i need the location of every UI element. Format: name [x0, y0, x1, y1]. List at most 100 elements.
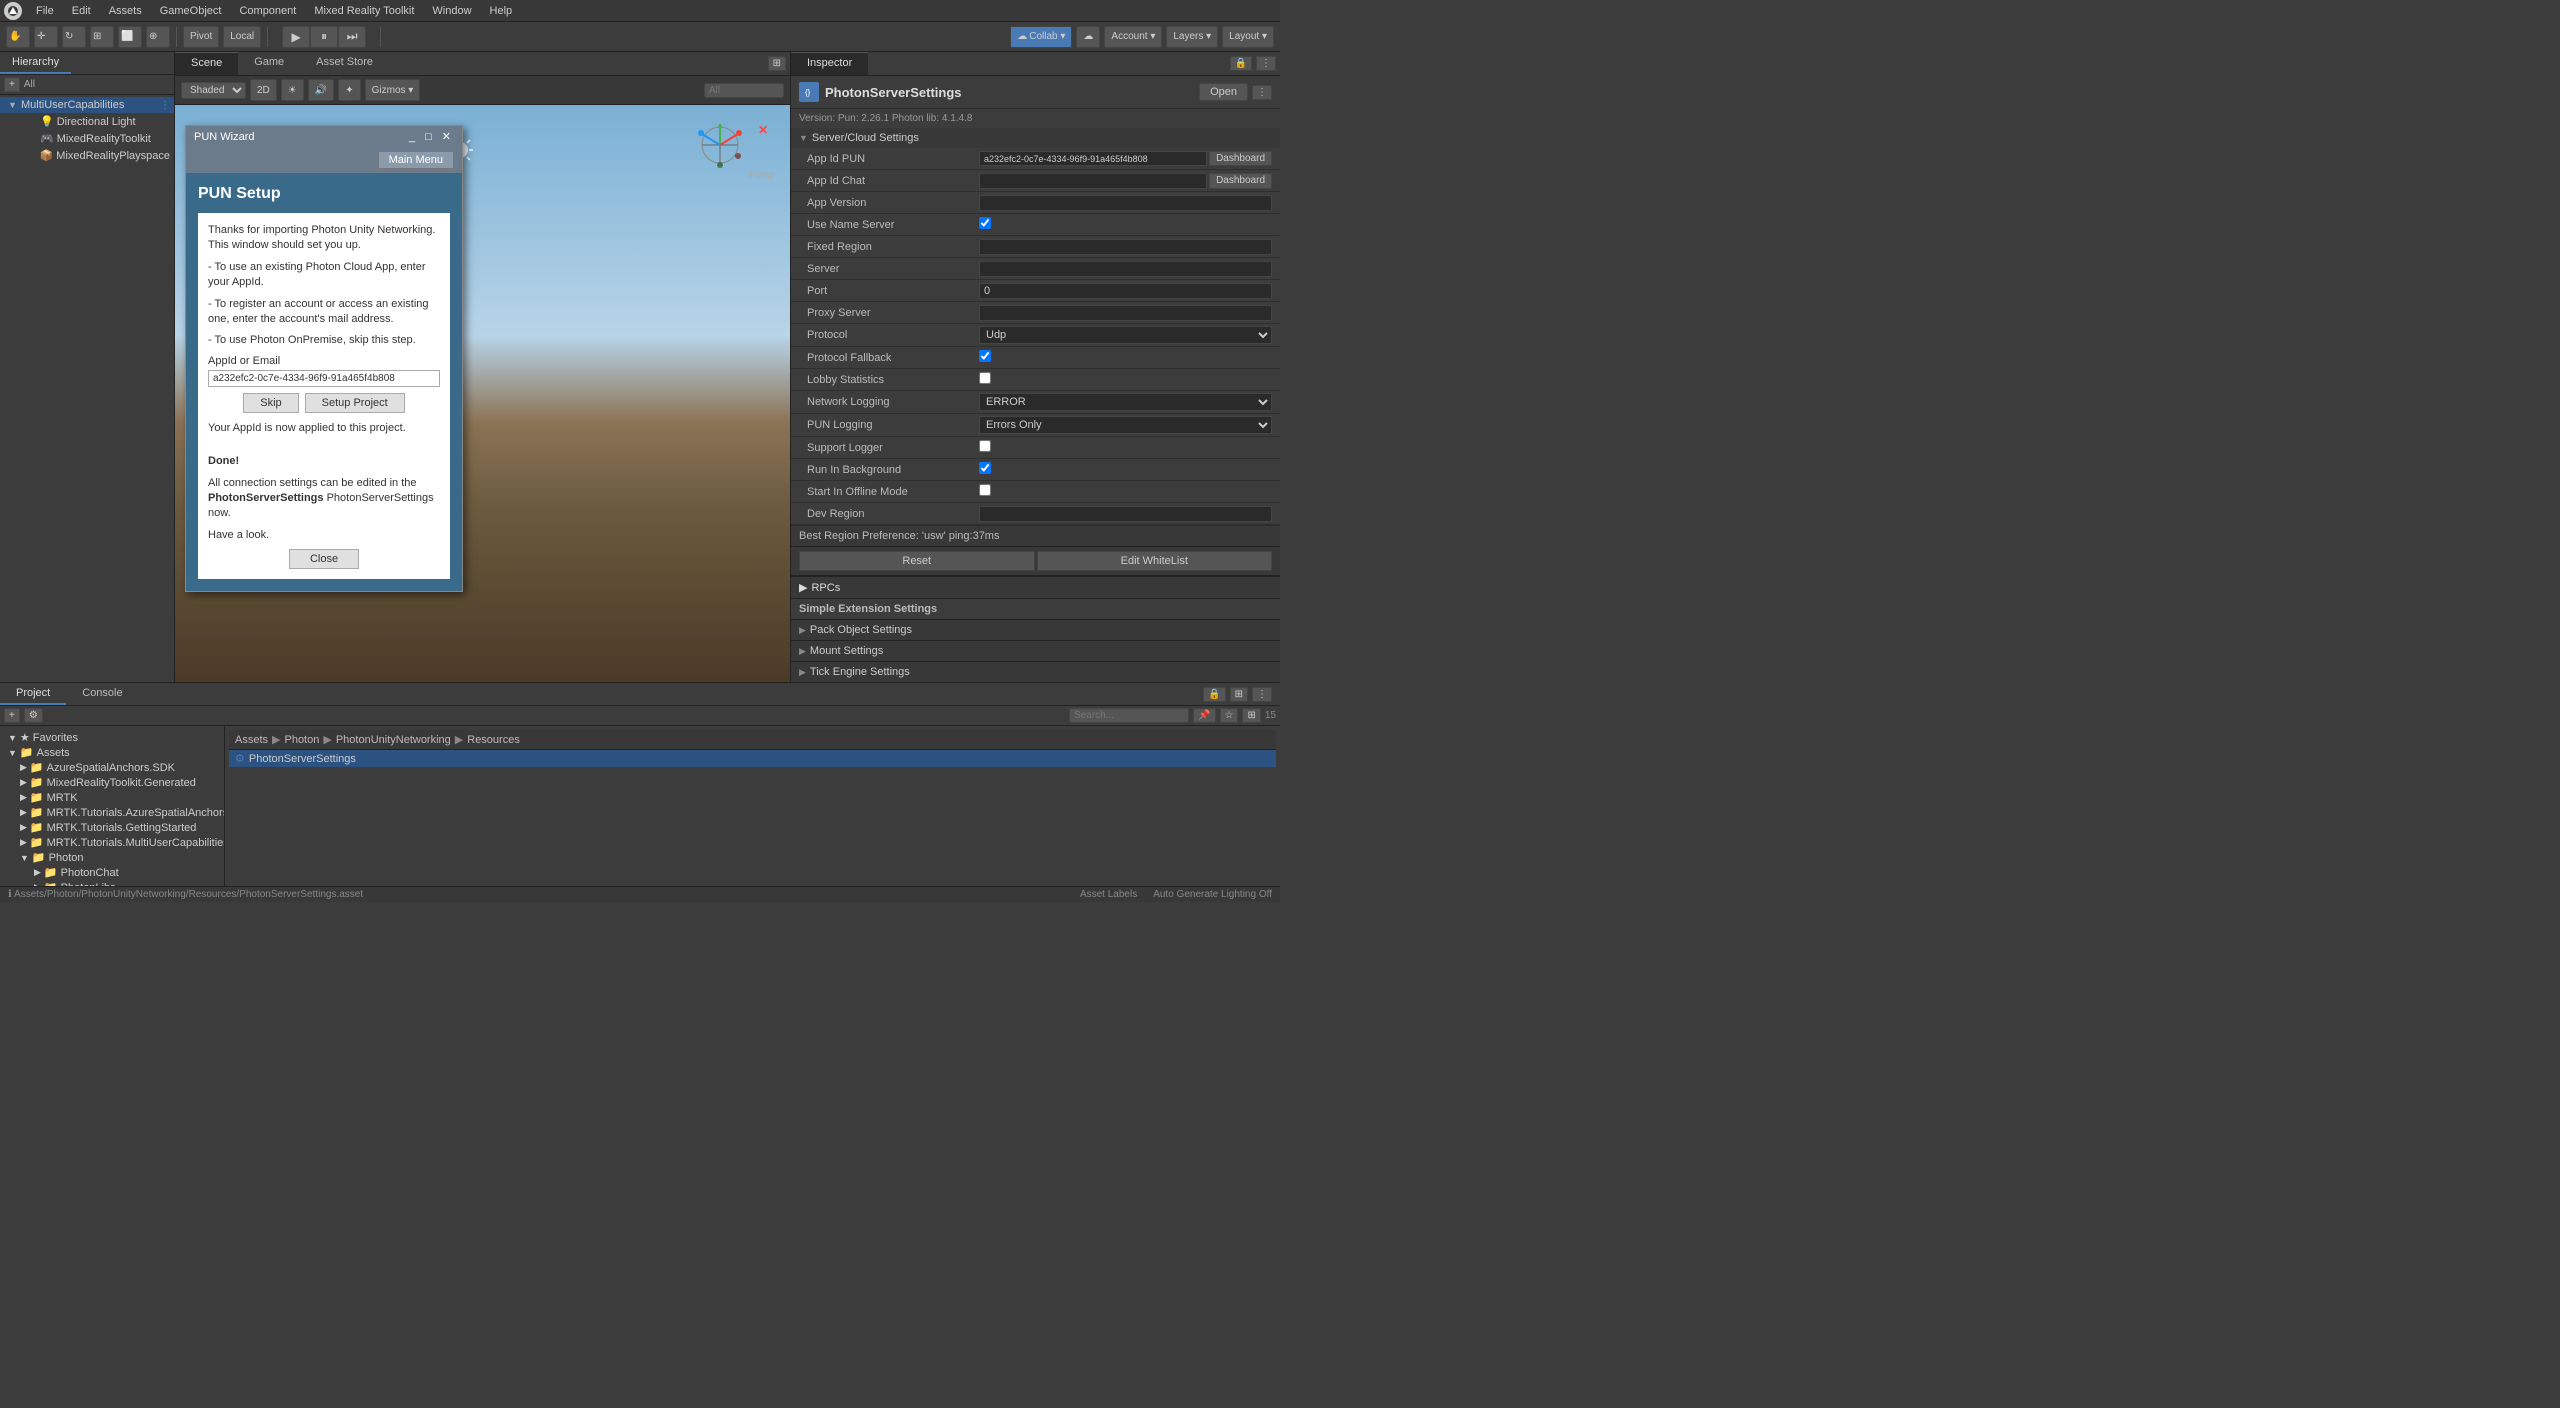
protocol-fallback-checkbox[interactable]: [979, 350, 991, 362]
menu-component[interactable]: Component: [231, 3, 304, 19]
scale-tool[interactable]: ⊞: [90, 26, 114, 48]
play-button[interactable]: ▶: [282, 26, 310, 48]
menu-window[interactable]: Window: [424, 3, 479, 19]
rpcs-section[interactable]: ▶ RPCs: [791, 576, 1280, 599]
inspector-tab[interactable]: Inspector: [791, 52, 868, 75]
menu-help[interactable]: Help: [482, 3, 521, 19]
scene-view[interactable]: Persp ✕ PUN Wizard _ □ ✕ Main Menu PUN: [175, 105, 790, 682]
filter-btn[interactable]: ☆: [1220, 708, 1239, 723]
run-background-checkbox[interactable]: [979, 462, 991, 474]
wizard-appid-input[interactable]: [208, 370, 440, 387]
layers-button[interactable]: Layers ▾: [1166, 26, 1218, 48]
mount-settings-row[interactable]: ▶ Mount Settings: [791, 641, 1280, 662]
menu-mrtk[interactable]: Mixed Reality Toolkit: [306, 3, 422, 19]
assets-root[interactable]: ▼ 📁 Assets: [0, 745, 224, 760]
account-button[interactable]: Account ▾: [1104, 26, 1162, 48]
pivot-button[interactable]: Pivot: [183, 26, 219, 48]
rotate-tool[interactable]: ↻: [62, 26, 86, 48]
main-menu-button[interactable]: Main Menu: [378, 151, 454, 169]
breadcrumb-photon[interactable]: Photon: [284, 734, 319, 746]
wizard-close-btn[interactable]: Close: [289, 549, 359, 569]
gizmos-button[interactable]: Gizmos ▾: [365, 79, 421, 101]
breadcrumb-assets[interactable]: Assets: [235, 734, 268, 746]
photon-server-settings-file[interactable]: ⚙ PhotonServerSettings: [229, 750, 1276, 767]
pack-object-row[interactable]: ▶ Pack Object Settings: [791, 620, 1280, 641]
bottom-expand-btn[interactable]: ⊞: [1230, 687, 1248, 702]
mrtk-gs-item[interactable]: ▶ 📁 MRTK.Tutorials.GettingStarted: [0, 820, 224, 835]
tree-item-multiuser[interactable]: ▼ MultiUserCapabilities ⋮: [0, 97, 174, 113]
console-tab[interactable]: Console: [66, 683, 138, 705]
start-offline-checkbox[interactable]: [979, 484, 991, 496]
audio-button[interactable]: 🔊: [308, 79, 334, 101]
transform-tool[interactable]: ⊕: [146, 26, 170, 48]
open-button[interactable]: Open: [1199, 83, 1248, 101]
bottom-more-btn[interactable]: ⋮: [1252, 687, 1272, 702]
hierarchy-add-btn[interactable]: +: [4, 77, 20, 92]
inspector-more-btn[interactable]: ⋮: [1256, 56, 1276, 71]
photon-item[interactable]: ▼ 📁 Photon: [0, 850, 224, 865]
menu-edit[interactable]: Edit: [64, 3, 99, 19]
breadcrumb-resources[interactable]: Resources: [467, 734, 520, 746]
view-toggle-btn[interactable]: ⊞: [1242, 708, 1260, 723]
port-input[interactable]: [979, 283, 1272, 299]
menu-gameobject[interactable]: GameObject: [152, 3, 230, 19]
asset-store-tab[interactable]: Asset Store: [300, 52, 389, 75]
app-version-input[interactable]: [979, 195, 1272, 211]
edit-whitelist-button[interactable]: Edit WhiteList: [1037, 551, 1273, 571]
dev-region-input[interactable]: [979, 506, 1272, 522]
menu-assets[interactable]: Assets: [101, 3, 150, 19]
pun-logging-select[interactable]: Errors Only Informational Full: [979, 416, 1272, 434]
cloud-icon-btn[interactable]: ☁: [1076, 26, 1100, 48]
tick-engine-row[interactable]: ▶ Tick Engine Settings: [791, 662, 1280, 682]
pun-dashboard-btn[interactable]: Dashboard: [1209, 151, 1272, 166]
save-layout-btn[interactable]: 📌: [1193, 708, 1215, 723]
azure-item[interactable]: ▶ 📁 AzureSpatialAnchors.SDK: [0, 760, 224, 775]
breadcrumb-pun[interactable]: PhotonUnityNetworking: [336, 734, 451, 746]
project-search[interactable]: [1069, 708, 1189, 723]
server-cloud-header[interactable]: ▼ Server/Cloud Settings: [791, 128, 1280, 148]
protocol-select[interactable]: Udp Tcp WebSocket WebSocketSecure: [979, 326, 1272, 344]
bottom-lock-btn[interactable]: 🔒: [1203, 687, 1225, 702]
wizard-skip-btn[interactable]: Skip: [243, 393, 298, 413]
project-settings-btn[interactable]: ⚙: [24, 708, 43, 723]
maximize-btn[interactable]: ⊞: [768, 56, 786, 71]
three-dots[interactable]: ⋮: [160, 100, 170, 111]
mrtk-mu-item[interactable]: ▶ 📁 MRTK.Tutorials.MultiUserCapabilities: [0, 835, 224, 850]
photonchat-item[interactable]: ▶ 📁 PhotonChat: [0, 865, 224, 880]
use-name-server-checkbox[interactable]: [979, 217, 991, 229]
tree-item-playspace[interactable]: 📦 MixedRealityPlayspace: [0, 147, 174, 164]
tree-item-dirlight[interactable]: 💡 Directional Light: [0, 113, 174, 130]
move-tool[interactable]: ✛: [34, 26, 58, 48]
app-id-pun-input[interactable]: [979, 151, 1207, 166]
favorites-item[interactable]: ▼ ★ Favorites: [0, 730, 224, 745]
app-id-chat-input[interactable]: [979, 173, 1207, 189]
support-logger-checkbox[interactable]: [979, 440, 991, 452]
mrtk-gen-item[interactable]: ▶ 📁 MixedRealityToolkit.Generated: [0, 775, 224, 790]
network-logging-select[interactable]: ERROR WARNING INFO ALL: [979, 393, 1272, 411]
project-tab[interactable]: Project: [0, 683, 66, 705]
scene-tab[interactable]: Scene: [175, 52, 238, 75]
wizard-setup-btn[interactable]: Setup Project: [305, 393, 405, 413]
lobby-stats-checkbox[interactable]: [979, 372, 991, 384]
component-settings-btn[interactable]: ⋮: [1252, 85, 1272, 100]
tree-item-mrtk[interactable]: 🎮 MixedRealityToolkit: [0, 130, 174, 147]
collab-button[interactable]: ☁ Collab ▾: [1010, 26, 1072, 48]
chat-dashboard-btn[interactable]: Dashboard: [1209, 173, 1272, 189]
fixed-region-input[interactable]: [979, 239, 1272, 255]
server-input[interactable]: [979, 261, 1272, 277]
step-button[interactable]: ⏭: [338, 26, 366, 48]
wizard-close[interactable]: ✕: [439, 130, 454, 143]
layout-button[interactable]: Layout ▾: [1222, 26, 1274, 48]
inspector-lock-btn[interactable]: 🔒: [1230, 56, 1252, 71]
local-button[interactable]: Local: [223, 26, 261, 48]
shading-dropdown[interactable]: Shaded: [181, 82, 246, 99]
proxy-server-input[interactable]: [979, 305, 1272, 321]
hand-tool[interactable]: ✋: [6, 26, 30, 48]
2d-button[interactable]: 2D: [250, 79, 277, 101]
pause-button[interactable]: ⏸: [310, 26, 338, 48]
wizard-minimize[interactable]: _: [406, 130, 418, 143]
reset-button[interactable]: Reset: [799, 551, 1035, 571]
mrtk-item[interactable]: ▶ 📁 MRTK: [0, 790, 224, 805]
mrtk-azure-item[interactable]: ▶ 📁 MRTK.Tutorials.AzureSpatialAnchors: [0, 805, 224, 820]
add-asset-btn[interactable]: +: [4, 708, 20, 723]
